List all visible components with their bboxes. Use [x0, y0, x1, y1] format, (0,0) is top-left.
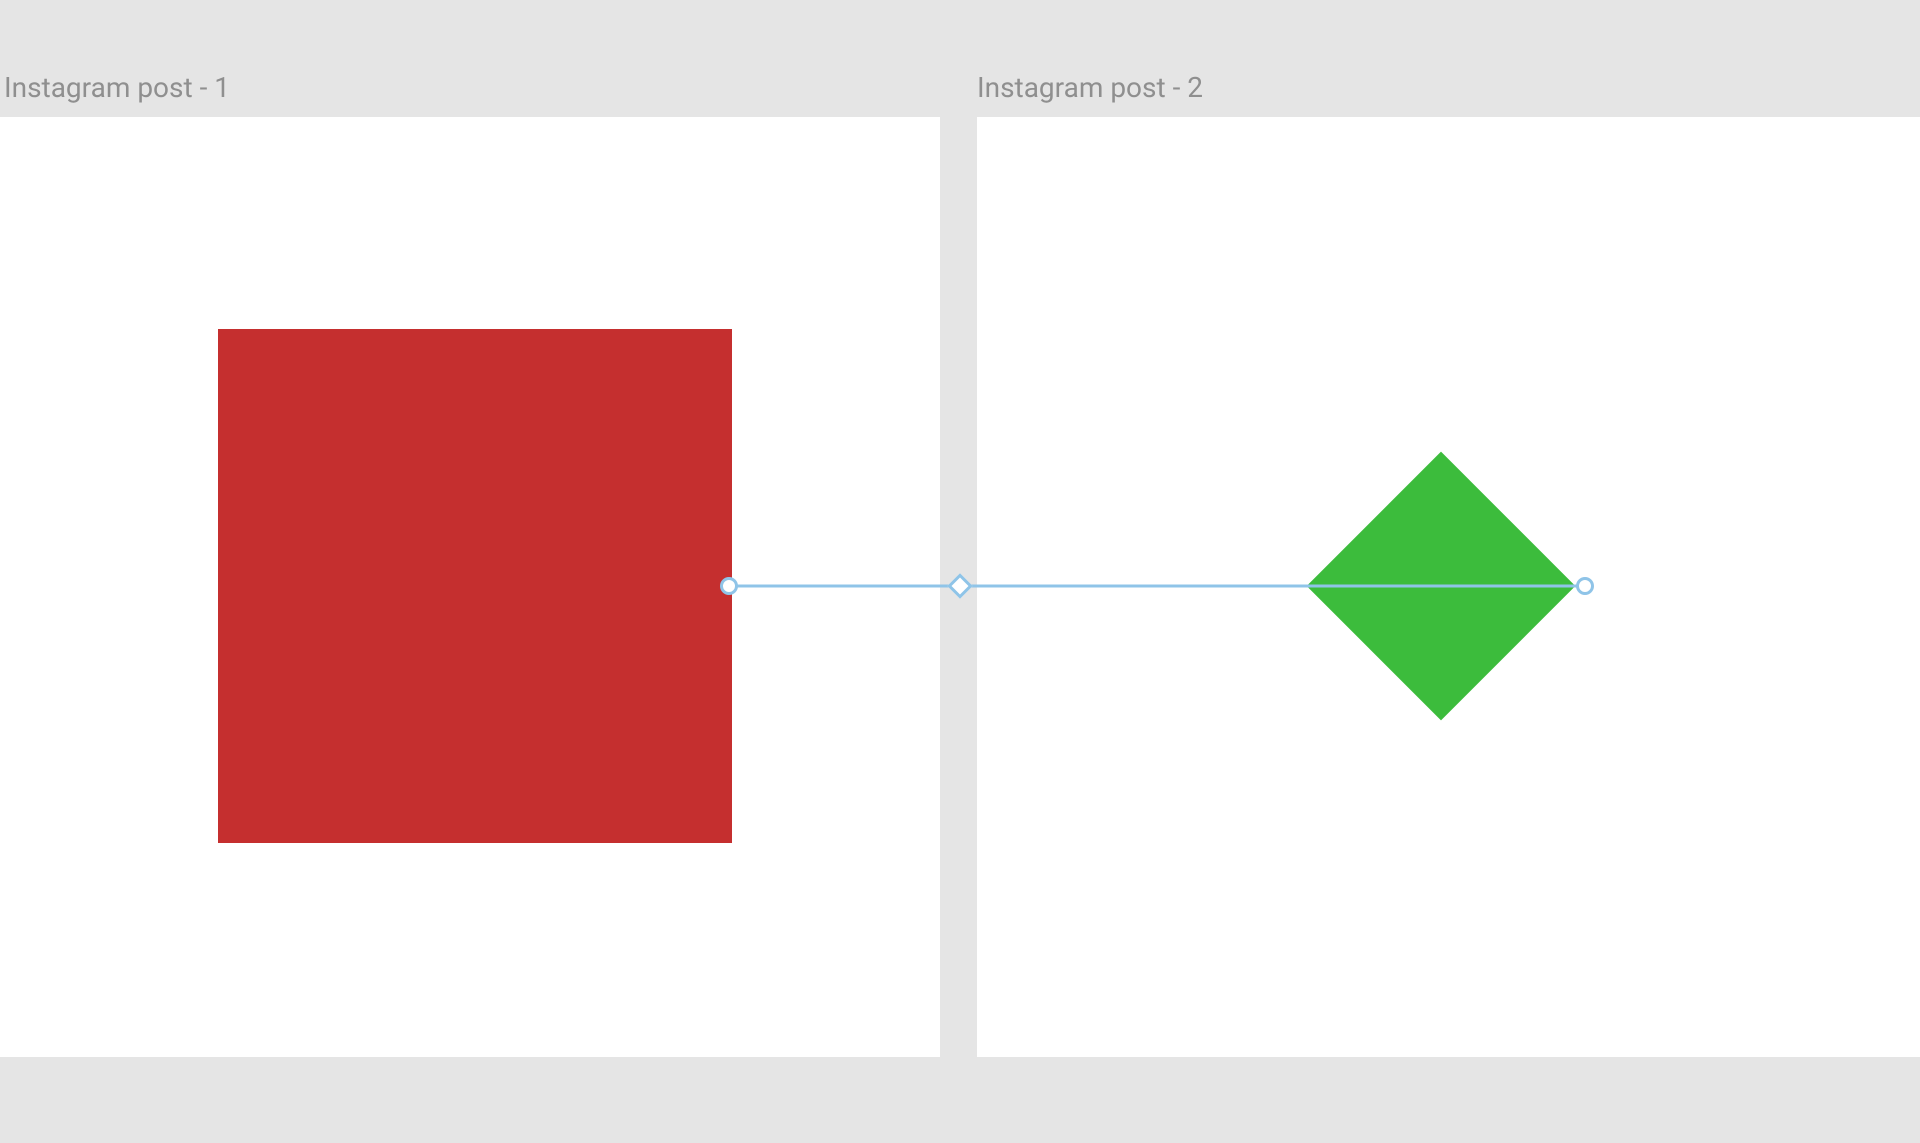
connector-start-handle[interactable] — [720, 577, 738, 595]
design-canvas[interactable]: Instagram post - 1 Instagram post - 2 — [0, 0, 1920, 1143]
red-square-shape[interactable] — [218, 329, 732, 843]
connector-waypoint-handle[interactable] — [947, 573, 972, 598]
frame-label-1[interactable]: Instagram post - 1 — [4, 74, 230, 102]
frame-label-2[interactable]: Instagram post - 2 — [977, 74, 1203, 102]
connector-end-handle[interactable] — [1576, 577, 1594, 595]
